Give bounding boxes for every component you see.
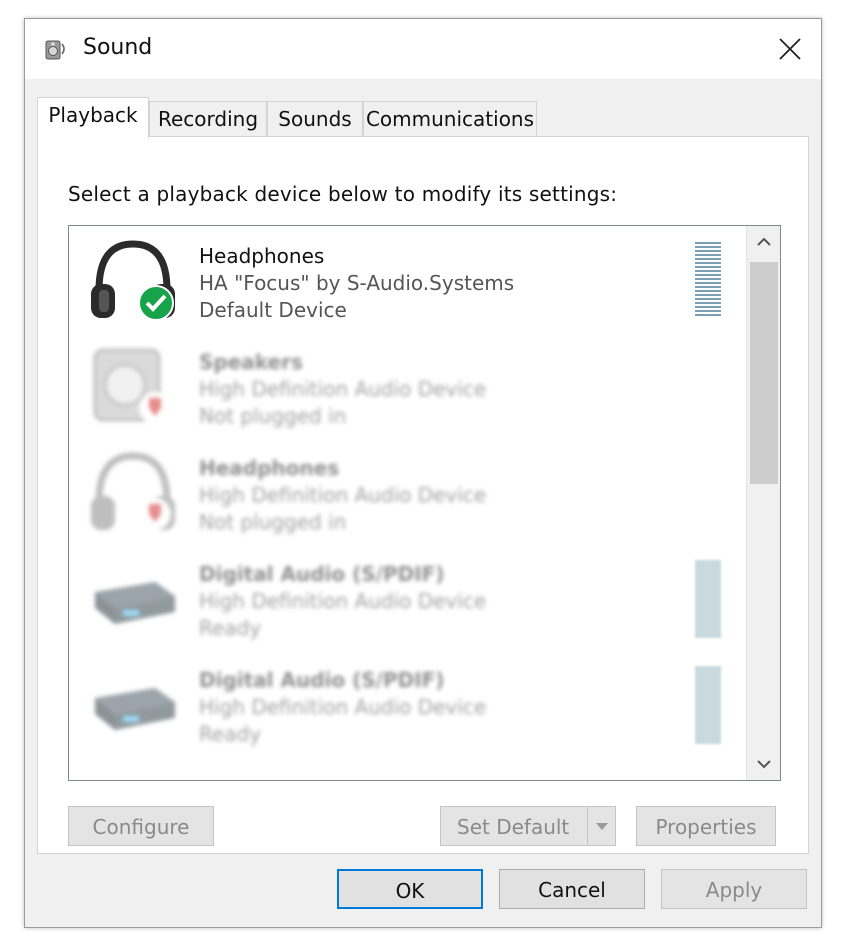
unplugged-icon: [139, 392, 171, 424]
device-status: Not plugged in: [199, 404, 347, 428]
device-status: Ready: [199, 616, 262, 640]
volume-level-meter: [695, 242, 721, 320]
device-description: HA "Focus" by S-Audio.Systems: [199, 271, 515, 295]
device-list[interactable]: Headphones HA "Focus" by S-Audio.Systems…: [68, 225, 781, 781]
ok-button[interactable]: OK: [337, 869, 483, 909]
device-description: High Definition Audio Device: [199, 483, 487, 507]
volume-level-meter: [695, 666, 721, 744]
chevron-up-icon: [757, 237, 771, 246]
set-default-button[interactable]: Set Default: [440, 806, 616, 846]
tab-recording[interactable]: Recording: [149, 101, 267, 137]
device-name: Speakers: [199, 350, 303, 374]
tab-sounds[interactable]: Sounds: [267, 101, 363, 137]
default-check-icon: [138, 285, 174, 321]
close-icon: [779, 38, 801, 60]
scroll-thumb[interactable]: [750, 262, 778, 484]
device-item-headphones-hd[interactable]: Headphones High Definition Audio Device …: [69, 438, 745, 544]
properties-button[interactable]: Properties: [636, 806, 776, 846]
digital-audio-icon: [95, 688, 175, 730]
instruction-text: Select a playback device below to modify…: [68, 182, 618, 206]
device-status: Not plugged in: [199, 510, 347, 534]
chevron-down-icon: [757, 760, 771, 769]
sound-dialog: Sound Playback Recording Sounds Communic…: [24, 18, 822, 928]
cancel-button[interactable]: Cancel: [499, 869, 645, 909]
digital-audio-icon: [95, 582, 175, 624]
device-description: High Definition Audio Device: [199, 695, 487, 719]
scroll-up-button[interactable]: [747, 226, 780, 258]
device-name: Digital Audio (S/PDIF): [199, 562, 445, 586]
device-name: Headphones: [199, 456, 340, 480]
playback-panel: Select a playback device below to modify…: [37, 136, 809, 854]
device-item-speakers[interactable]: Speakers High Definition Audio Device No…: [69, 332, 745, 438]
title-bar: Sound: [25, 19, 821, 79]
tab-playback[interactable]: Playback: [37, 97, 149, 138]
device-item-digital-audio-2[interactable]: Digital Audio (S/PDIF) High Definition A…: [69, 650, 745, 756]
device-description: High Definition Audio Device: [199, 589, 487, 613]
device-list-scrollbar[interactable]: [746, 226, 780, 780]
set-default-dropdown[interactable]: [587, 807, 615, 845]
apply-button[interactable]: Apply: [661, 869, 807, 909]
device-name: Digital Audio (S/PDIF): [199, 668, 445, 692]
set-default-label: Set Default: [457, 815, 570, 839]
device-item-digital-audio-1[interactable]: Digital Audio (S/PDIF) High Definition A…: [69, 544, 745, 650]
device-status: Default Device: [199, 298, 347, 322]
chevron-down-icon: [595, 823, 608, 830]
volume-level-meter: [695, 560, 721, 638]
device-status: Ready: [199, 722, 262, 746]
tab-communications[interactable]: Communications: [363, 101, 537, 137]
device-item-headphones-default[interactable]: Headphones HA "Focus" by S-Audio.Systems…: [69, 226, 745, 332]
configure-button[interactable]: Configure: [68, 806, 214, 846]
speaker-app-icon: [45, 40, 65, 60]
close-button[interactable]: [759, 19, 821, 79]
window-title: Sound: [83, 35, 153, 60]
device-description: High Definition Audio Device: [199, 377, 487, 401]
device-name: Headphones: [199, 244, 325, 268]
scroll-down-button[interactable]: [747, 748, 780, 780]
unplugged-icon: [139, 498, 171, 530]
